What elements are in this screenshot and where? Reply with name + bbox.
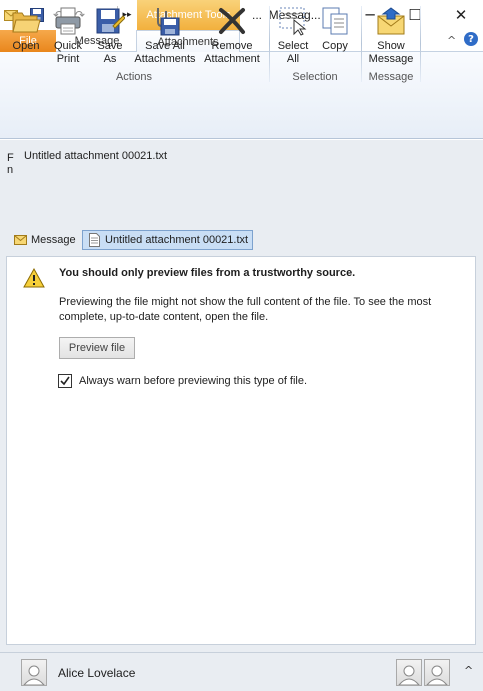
avatar[interactable]	[21, 659, 47, 686]
warning-body: Previewing the file might not show the f…	[59, 296, 432, 323]
person-icon	[426, 665, 448, 685]
save-all-label-line1: Save All	[145, 40, 185, 52]
collapse-people-pane-icon[interactable]: ^	[464, 664, 473, 677]
copy-button[interactable]: Copy	[316, 4, 354, 53]
save-all-attachments-button[interactable]: Save All Attachments	[131, 4, 199, 66]
select-all-icon	[276, 4, 310, 38]
show-message-label-line1: Show	[377, 40, 405, 52]
group-separator	[269, 6, 270, 82]
group-separator	[361, 6, 362, 82]
copy-label: Copy	[322, 40, 348, 52]
group-separator	[420, 6, 421, 82]
text-file-icon	[87, 233, 101, 247]
remove-label-line1: Remove	[211, 40, 253, 52]
save-all-label-line2: Attachments	[134, 53, 196, 65]
open-folder-icon	[9, 4, 43, 38]
always-warn-checkbox[interactable]	[58, 374, 72, 388]
person-icon	[398, 665, 420, 685]
avatar[interactable]	[424, 659, 450, 686]
remove-attachment-button[interactable]: Remove Attachment	[200, 4, 264, 66]
show-message-icon	[374, 4, 408, 38]
open-button[interactable]: Open	[8, 4, 44, 53]
save-as-label-line1: Save	[97, 40, 123, 52]
quick-print-label-line1: Quick	[53, 40, 83, 52]
group-label-selection: Selection	[292, 71, 338, 83]
warning-title: You should only preview files from a tru…	[59, 267, 356, 279]
open-label: Open	[12, 40, 40, 52]
checkmark-icon	[60, 376, 70, 386]
preview-file-button[interactable]: Preview file	[59, 337, 135, 359]
remove-x-icon	[215, 4, 249, 38]
save-all-icon	[148, 4, 182, 38]
select-all-label-line1: Select	[277, 40, 309, 52]
close-button[interactable]: ✕	[439, 0, 483, 30]
header-field-value: Untitled attachment 00021.txt	[24, 150, 168, 162]
envelope-icon	[13, 233, 27, 247]
attachment-bar-file[interactable]: Untitled attachment 00021.txt	[82, 230, 254, 250]
group-label-message: Message	[368, 71, 414, 83]
always-warn-label: Always warn before previewing this type …	[79, 375, 308, 387]
show-message-label-line2: Message	[368, 53, 414, 65]
save-as-label-line2: As	[103, 53, 117, 65]
attachment-bar-message[interactable]: Message	[9, 230, 80, 250]
group-label-actions: Actions	[115, 71, 153, 83]
warning-icon	[23, 267, 45, 288]
show-message-button[interactable]: Show Message	[365, 4, 417, 66]
select-all-label-line2: All	[286, 53, 300, 65]
save-as-button[interactable]: Save As	[92, 4, 128, 66]
remove-label-line2: Attachment	[204, 53, 260, 65]
header-field-label: Fn	[7, 152, 14, 176]
attachment-bar-file-label: Untitled attachment 00021.txt	[105, 234, 249, 246]
collapse-ribbon-icon[interactable]: ^	[447, 34, 456, 47]
help-icon[interactable]: ?	[464, 32, 478, 46]
avatar[interactable]	[396, 659, 422, 686]
quick-print-label-line2: Print	[56, 53, 80, 65]
person-name: Alice Lovelace	[58, 666, 136, 680]
save-as-icon	[93, 4, 127, 38]
copy-icon	[318, 4, 352, 38]
quick-print-button[interactable]: Quick Print	[50, 4, 86, 66]
attachment-bar-message-label: Message	[31, 234, 76, 246]
select-all-button[interactable]: Select All	[274, 4, 312, 66]
printer-icon	[51, 4, 85, 38]
person-icon	[23, 665, 45, 685]
